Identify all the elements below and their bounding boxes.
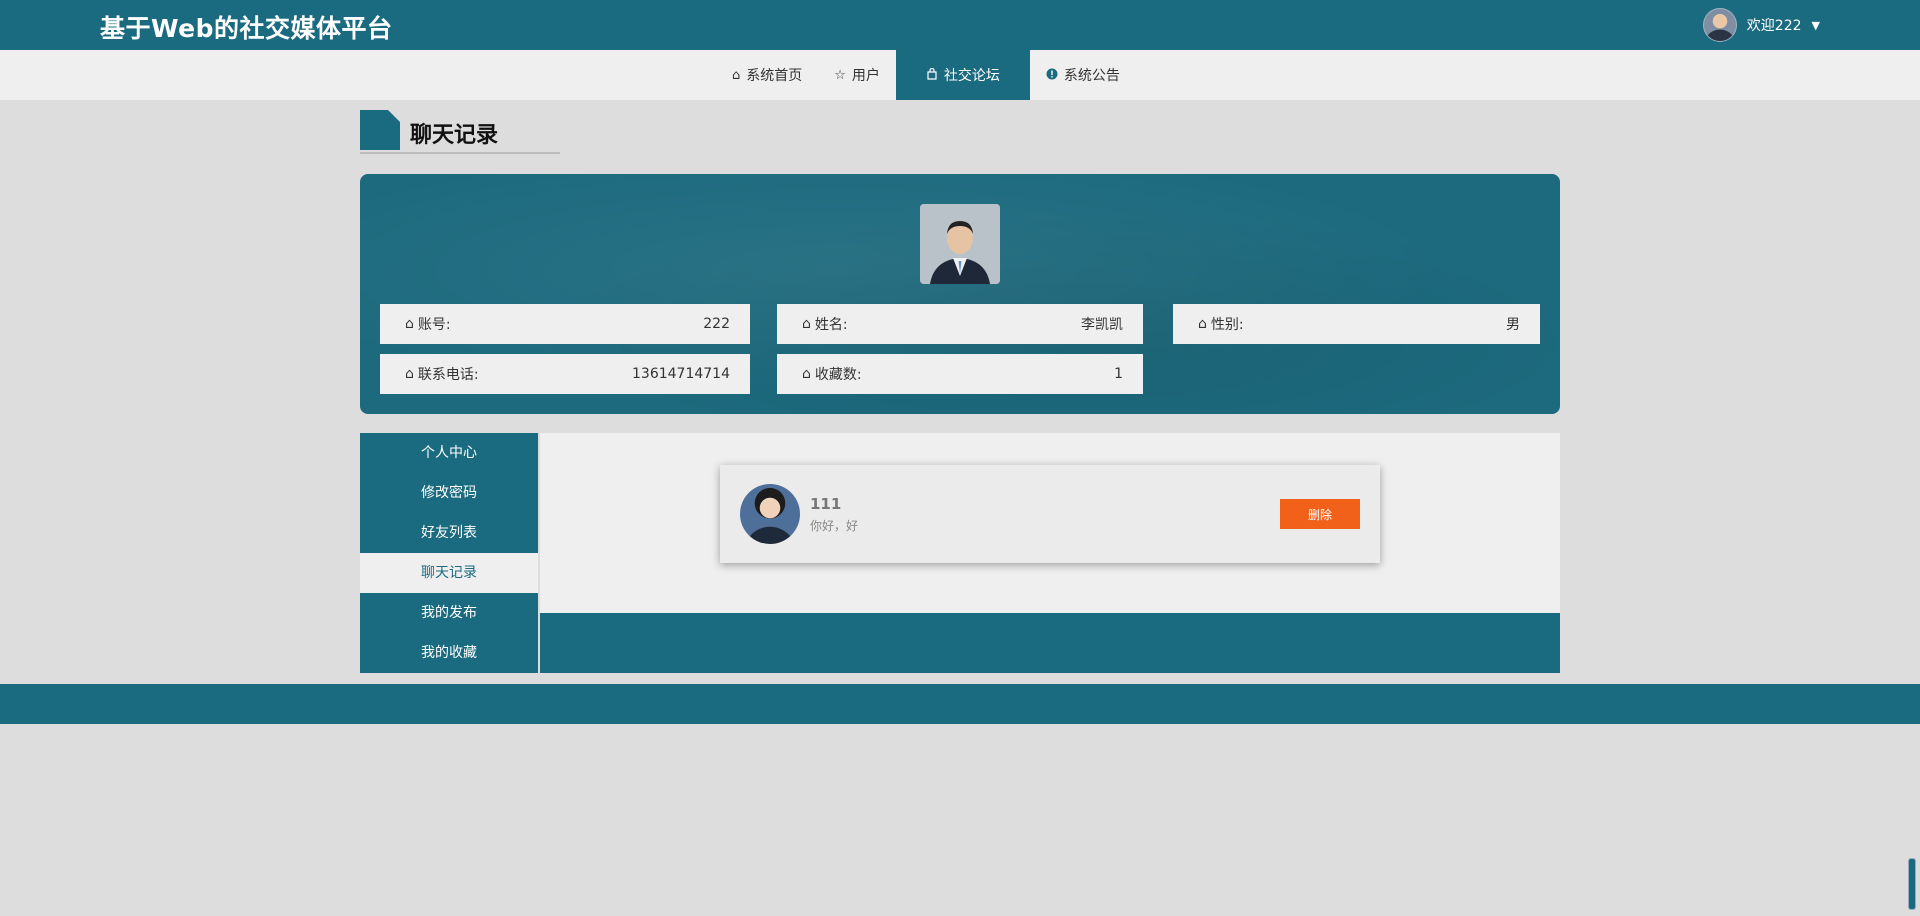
info-favorites: ⌂ 收藏数: 1 [777,354,1143,394]
side-menu-item-my-posts[interactable]: 我的发布 [360,593,538,633]
profile-photo [920,204,1000,284]
section-heading: 聊天记录 [360,110,560,154]
info-account: ⌂ 账号: 222 [380,304,750,344]
home-icon: ⌂ [802,316,811,332]
main-nav: ⌂ 系统首页 ☆ 用户 社交论坛 系统公告 [0,50,1920,100]
user-avatar[interactable] [1702,8,1737,42]
welcome-text[interactable]: 欢迎222 [1747,15,1802,35]
delete-button[interactable]: 删除 [1280,499,1360,529]
title-underline [360,152,560,154]
bag-icon [926,67,938,83]
home-icon: ⌂ [802,366,811,382]
side-menu: 个人中心 修改密码 好友列表 聊天记录 我的发布 我的收藏 [360,433,538,673]
info-value: 1 [1114,366,1123,382]
nav-item-announcement[interactable]: 系统公告 [1030,50,1136,100]
content-bottom-band [540,613,1560,673]
info-gender: ⌂ 性别: 男 [1173,304,1540,344]
caret-down-icon[interactable]: ▼ [1812,19,1820,32]
info-value: 李凯凯 [1081,317,1123,333]
home-icon: ⌂ [1198,316,1207,332]
nav-item-label: 社交论坛 [943,68,1000,84]
info-label-text: 收藏数: [814,367,862,383]
chat-last-message: 你好，好 [810,519,859,533]
user-menu[interactable]: 欢迎222 ▼ [1702,8,1820,42]
info-icon [1046,68,1058,83]
title-decoration [360,110,400,150]
info-label-text: 账号: [417,317,451,333]
nav-item-users[interactable]: ☆ 用户 [818,50,896,100]
nav-item-forum[interactable]: 社交论坛 [895,50,1030,100]
profile-card: ⌂ 账号: 222 ⌂ 姓名: 李凯凯 ⌂ 性别: 男 ⌂ 联系电话: 13614714… [360,174,1560,414]
nav-item-label: 用户 [851,68,880,84]
home-icon: ⌂ [405,316,414,332]
side-menu-item-my-favorites[interactable]: 我的收藏 [360,633,538,673]
chat-avatar [740,484,800,544]
info-value: 222 [703,316,730,332]
side-menu-item-friends[interactable]: 好友列表 [360,513,538,553]
side-menu-item-profile[interactable]: 个人中心 [360,433,538,473]
info-value: 男 [1506,317,1520,333]
info-name: ⌂ 姓名: 李凯凯 [777,304,1143,344]
info-label-text: 联系电话: [417,367,479,383]
top-header: 基于Web的社交媒体平台 欢迎222 ▼ [0,0,1920,50]
star-icon: ☆ [834,67,846,83]
info-label-text: 姓名: [814,317,848,333]
chat-contact-name: 111 [810,495,842,513]
home-icon: ⌂ [732,67,741,83]
nav-item-label: 系统首页 [746,68,803,84]
info-phone: ⌂ 联系电话: 13614714714 [380,354,750,394]
site-title: 基于Web的社交媒体平台 [100,14,393,43]
info-label-text: 性别: [1210,317,1244,333]
scroll-indicator[interactable] [1908,858,1916,910]
chat-record-card[interactable]: 111 你好，好 删除 [720,465,1380,563]
side-menu-item-change-password[interactable]: 修改密码 [360,473,538,513]
side-menu-item-chat-history[interactable]: 聊天记录 [360,553,538,593]
home-icon: ⌂ [405,366,414,382]
page-title: 聊天记录 [410,123,499,148]
nav-item-home[interactable]: ⌂ 系统首页 [716,50,818,100]
info-value: 13614714714 [632,366,730,382]
nav-item-label: 系统公告 [1063,68,1120,84]
footer-bar [0,684,1920,724]
